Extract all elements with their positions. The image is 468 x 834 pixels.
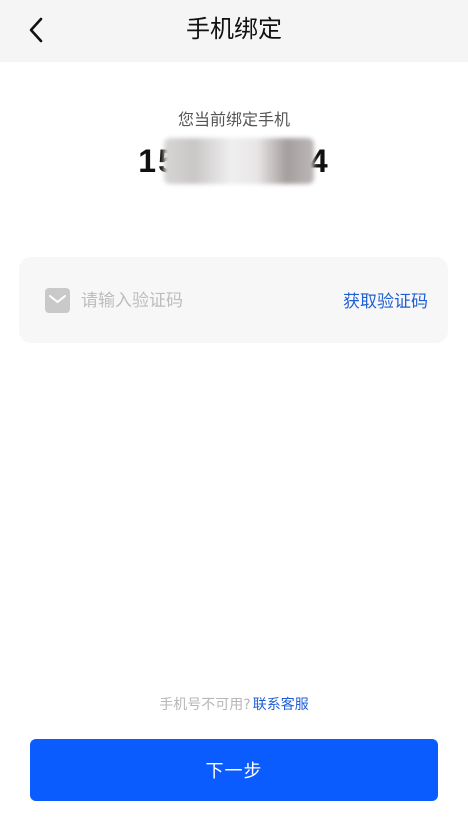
get-code-button[interactable]: 获取验证码 — [343, 287, 428, 312]
contact-support-link[interactable]: 联系客服 — [253, 697, 309, 713]
nav-bar: 手机绑定 — [0, 0, 468, 62]
mail-icon — [45, 288, 70, 313]
phone-number: 15 4 — [138, 138, 329, 188]
phone-binding-page: 手机绑定 您当前绑定手机 154 获取验证码 手机号不可用?联系客服 下一步 — [0, 0, 468, 834]
help-row: 手机号不可用? 联系客服 — [0, 694, 468, 714]
bound-phone-label: 您当前绑定手机 — [177, 110, 290, 129]
verification-code-card: 获取验证码 — [19, 257, 448, 343]
verification-code-input[interactable] — [79, 282, 323, 320]
phone-unavailable-text: 手机号不可用? — [159, 697, 251, 713]
next-step-button[interactable]: 下一步 — [30, 739, 438, 801]
bound-phone: 15 4 — [0, 138, 468, 188]
page-title: 手机绑定 — [186, 15, 282, 43]
phone-redaction-blur — [164, 138, 315, 184]
